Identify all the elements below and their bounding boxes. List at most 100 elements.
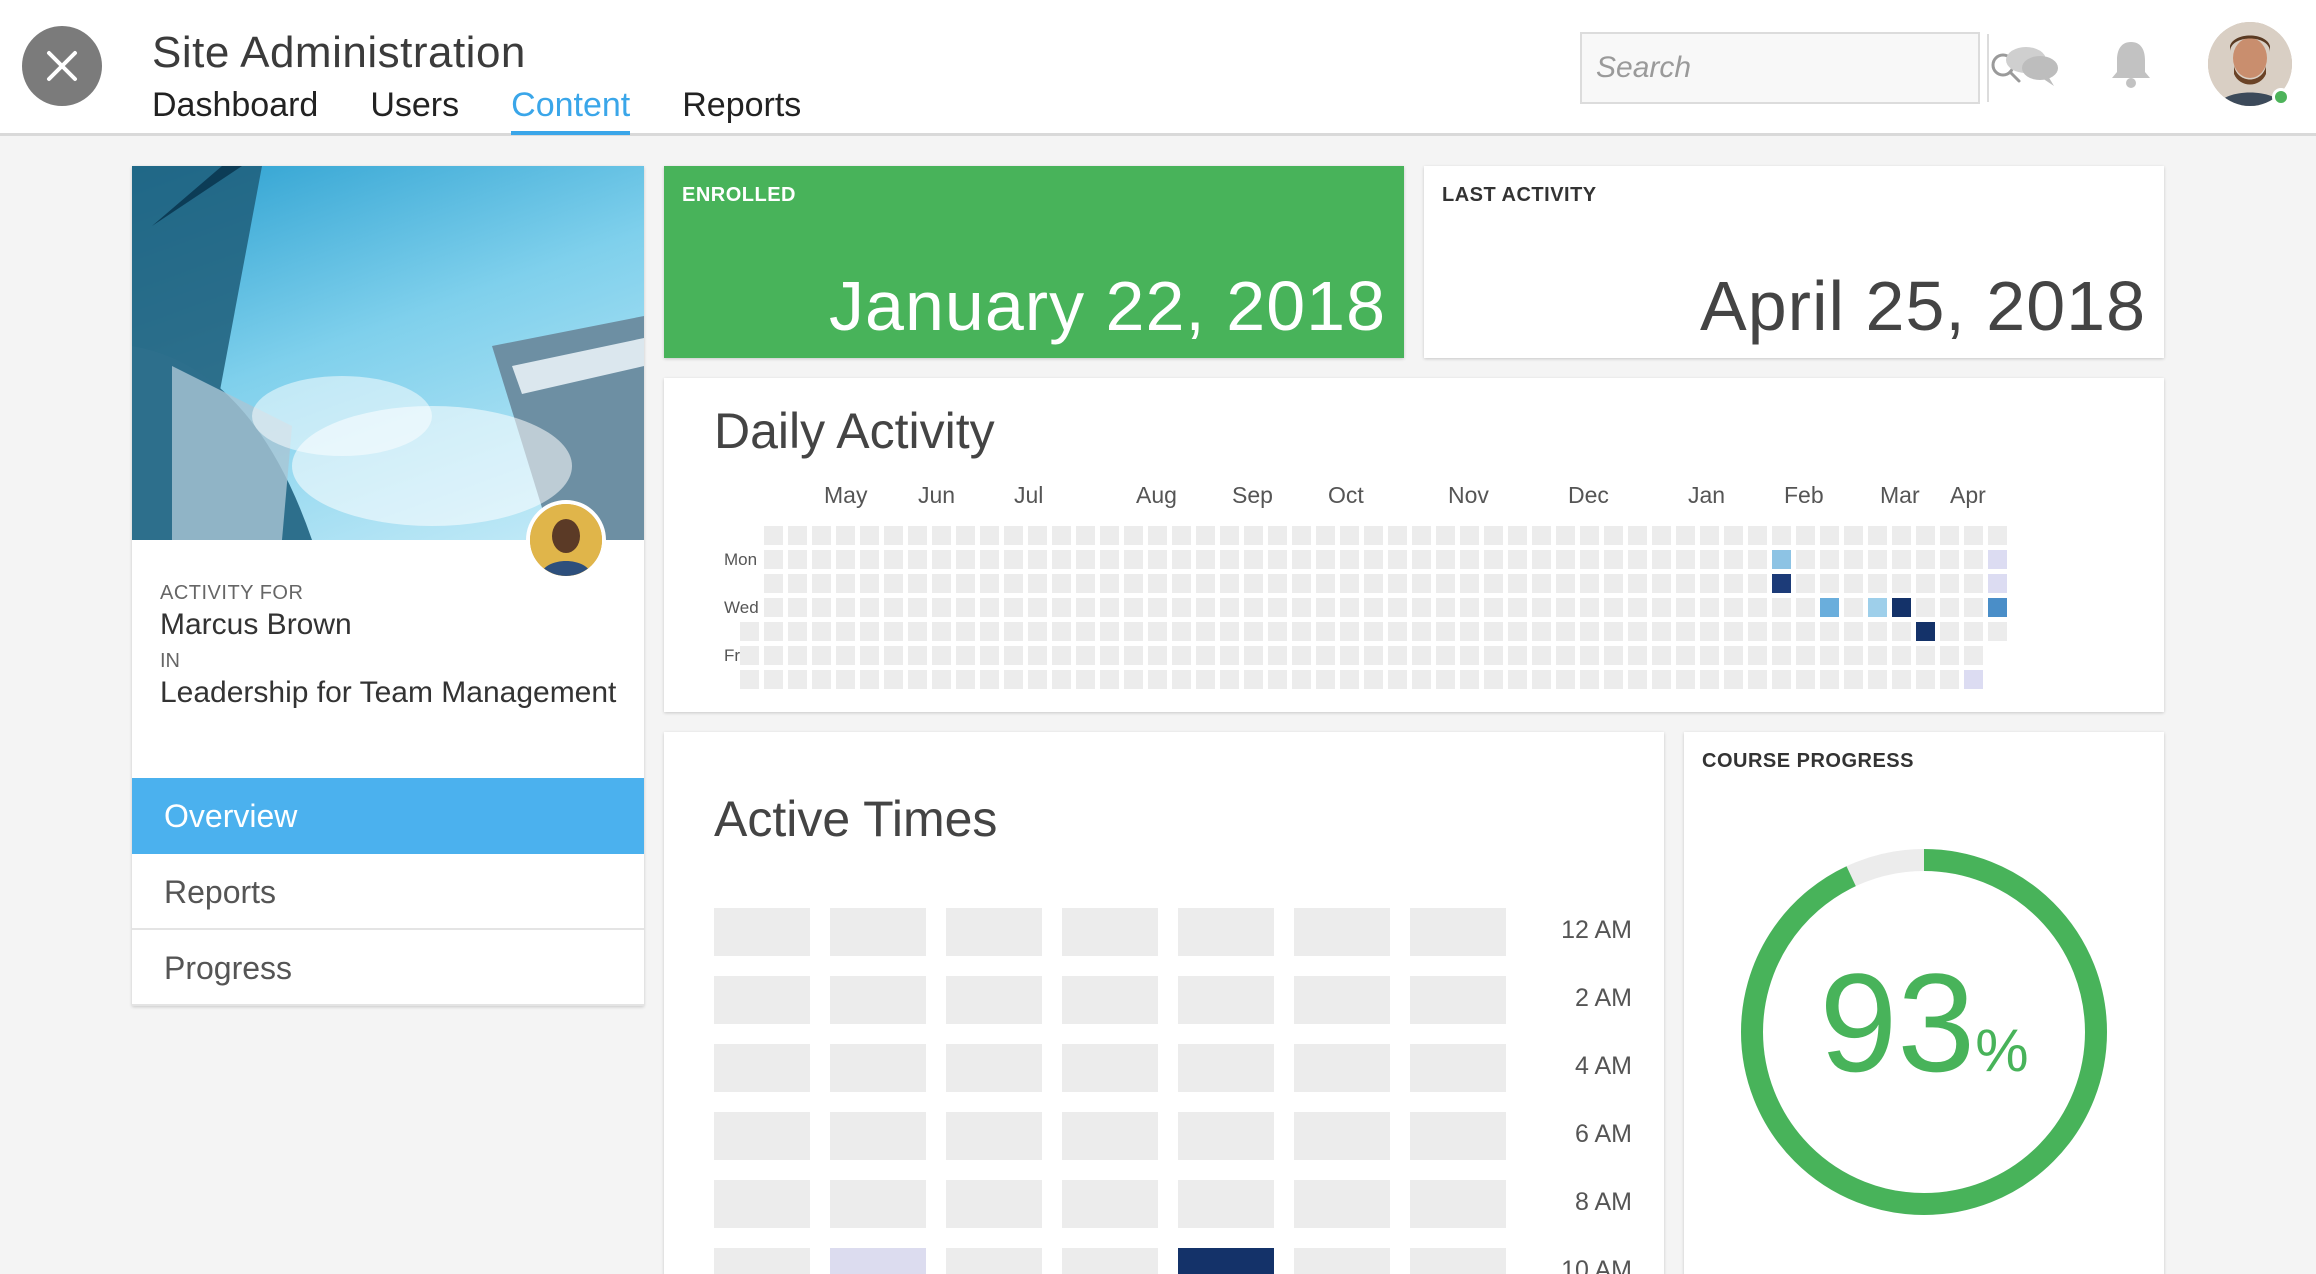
main-nav: Dashboard Users Content Reports: [152, 86, 853, 135]
heatmap-cell: [908, 646, 927, 665]
heatmap-cell: [1892, 646, 1911, 665]
active-time-cell: [1294, 976, 1390, 1024]
heatmap-cell: [1748, 646, 1767, 665]
heatmap-cell: [1340, 550, 1359, 569]
heatmap-cell: [980, 670, 999, 689]
heatmap-cell: [1532, 598, 1551, 617]
heatmap-cell: [908, 670, 927, 689]
heatmap-cell: [836, 550, 855, 569]
active-time-cell: [1062, 1044, 1158, 1092]
heatmap-cell: [1148, 574, 1167, 593]
heatmap-cell: [1268, 622, 1287, 641]
heatmap-cell: [1172, 670, 1191, 689]
heatmap-cell: [812, 622, 831, 641]
heatmap-cell: [1100, 526, 1119, 545]
active-time-cell: [1062, 1248, 1158, 1274]
heatmap-cell: [1268, 646, 1287, 665]
heatmap-cell: [932, 526, 951, 545]
heatmap-cell: [1412, 622, 1431, 641]
heatmap-cell: [1868, 574, 1887, 593]
heatmap-cell: [908, 574, 927, 593]
heatmap-cell: [1796, 598, 1815, 617]
heatmap-cell: [932, 574, 951, 593]
heatmap-cell: [860, 622, 879, 641]
heatmap-cell: [1340, 622, 1359, 641]
bell-icon[interactable]: [2108, 38, 2154, 90]
heatmap-cell: [1772, 670, 1791, 689]
heatmap-cell: [1628, 550, 1647, 569]
heatmap-cell: [1748, 598, 1767, 617]
heatmap-cell: [932, 598, 951, 617]
heatmap-cell: [1964, 670, 1983, 689]
heatmap-cell: [1196, 598, 1215, 617]
heatmap-cell: [860, 598, 879, 617]
hour-label: 6 AM: [1575, 1120, 1632, 1148]
heatmap-cell: [1964, 550, 1983, 569]
chat-icon[interactable]: [2004, 44, 2060, 88]
heatmap-cell: [1820, 670, 1839, 689]
heatmap-cell: [1388, 574, 1407, 593]
heatmap-cell: [1604, 622, 1623, 641]
active-time-cell: [714, 1180, 810, 1228]
heatmap-cell: [1700, 646, 1719, 665]
heatmap-cell: [1556, 622, 1575, 641]
heatmap-cell: [1988, 598, 2007, 617]
active-time-cell: [1178, 1180, 1274, 1228]
last-activity-date: April 25, 2018: [1700, 267, 2146, 345]
heatmap-cell: [1028, 622, 1047, 641]
close-button[interactable]: [22, 26, 102, 106]
heatmap-cell: [1004, 550, 1023, 569]
heatmap-cell: [1436, 670, 1455, 689]
active-time-cell: [714, 1248, 810, 1274]
heatmap-cell: [1244, 622, 1263, 641]
tab-content[interactable]: Content: [511, 86, 631, 135]
active-time-cell: [830, 1180, 926, 1228]
month-label: Jul: [1014, 482, 1044, 508]
month-label: Aug: [1136, 482, 1177, 508]
heatmap-cell: [1604, 670, 1623, 689]
heatmap-cell: [788, 670, 807, 689]
heatmap-cell: [1892, 622, 1911, 641]
heatmap-cell: [1364, 670, 1383, 689]
last-activity-label: LAST ACTIVITY: [1442, 184, 1597, 206]
heatmap-cell: [1172, 526, 1191, 545]
heatmap-cell: [1676, 574, 1695, 593]
active-time-cell: [1062, 976, 1158, 1024]
tab-dashboard[interactable]: Dashboard: [152, 86, 318, 131]
heatmap-cell: [1436, 646, 1455, 665]
heatmap-cell: [1508, 622, 1527, 641]
heatmap-cell: [1412, 646, 1431, 665]
heatmap-cell: [1772, 574, 1791, 593]
heatmap-cell: [1652, 646, 1671, 665]
heatmap-cell: [1388, 670, 1407, 689]
active-time-cell: [714, 1044, 810, 1092]
menu-item-progress[interactable]: Progress: [132, 930, 644, 1006]
active-time-cell: [830, 1112, 926, 1160]
heatmap-cell: [1076, 550, 1095, 569]
month-label: Feb: [1784, 482, 1824, 508]
tab-users[interactable]: Users: [370, 86, 459, 131]
heatmap-cell: [1100, 598, 1119, 617]
heatmap-cell: [1964, 646, 1983, 665]
active-time-cell: [1294, 1044, 1390, 1092]
heatmap-cell: [812, 670, 831, 689]
heatmap-cell: [1820, 646, 1839, 665]
heatmap-cell: [1868, 646, 1887, 665]
active-time-cell: [946, 1044, 1042, 1092]
heatmap-cell: [1724, 550, 1743, 569]
search-input[interactable]: [1582, 34, 1987, 102]
heatmap-cell: [1532, 574, 1551, 593]
heatmap-cell: [884, 574, 903, 593]
menu-item-reports[interactable]: Reports: [132, 854, 644, 930]
heatmap-cell: [1316, 622, 1335, 641]
heatmap-cell: [1148, 622, 1167, 641]
active-time-cell: [714, 1112, 810, 1160]
heatmap-cell: [764, 622, 783, 641]
heatmap-cell: [932, 670, 951, 689]
heatmap-cell: [1628, 622, 1647, 641]
heatmap-cell: [1052, 646, 1071, 665]
heatmap-cell: [1028, 670, 1047, 689]
heatmap-cell: [1364, 574, 1383, 593]
menu-item-overview[interactable]: Overview: [132, 778, 644, 854]
tab-reports[interactable]: Reports: [682, 86, 801, 131]
